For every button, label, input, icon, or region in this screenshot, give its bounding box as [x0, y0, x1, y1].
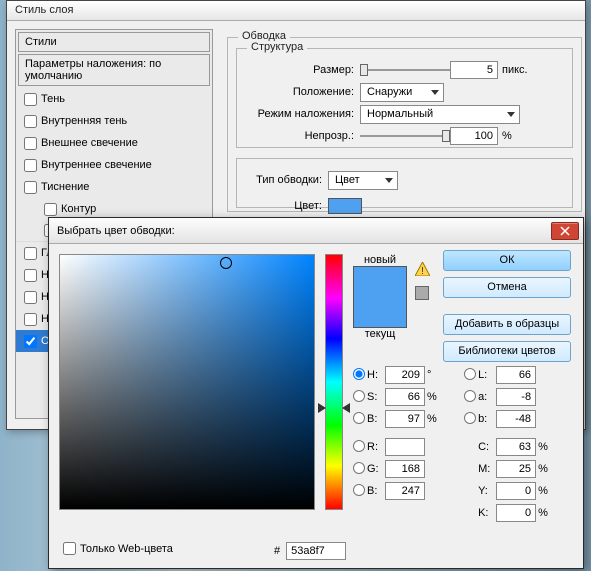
web-only-label: Только Web-цвета: [80, 543, 173, 555]
web-only-checkbox[interactable]: [63, 542, 76, 555]
input-b-lab[interactable]: [496, 410, 536, 428]
styles-header[interactable]: Стили: [18, 32, 210, 52]
input-g[interactable]: [385, 460, 425, 478]
size-suffix: пикс.: [502, 64, 528, 76]
ok-button[interactable]: ОК: [443, 250, 571, 271]
style-inner-shadow[interactable]: Внутренняя тень: [16, 110, 212, 132]
checkbox-inner-glow[interactable]: [24, 159, 37, 172]
color-label: Цвет:: [247, 200, 322, 212]
size-input[interactable]: [450, 61, 498, 79]
current-label: текущ: [353, 328, 407, 340]
radio-a[interactable]: [464, 390, 476, 402]
color-values-grid: H:° S:% B:% R: G: B: L: a: b: C:% M:% Y:…: [353, 364, 573, 524]
radio-b-lab[interactable]: [464, 412, 476, 424]
color-picker-titlebar[interactable]: Выбрать цвет обводки:: [49, 218, 583, 244]
checkbox-stroke[interactable]: [24, 335, 37, 348]
input-a[interactable]: [496, 388, 536, 406]
checkbox-na1[interactable]: [24, 269, 37, 282]
radio-b-hsb[interactable]: [353, 412, 365, 424]
size-slider[interactable]: [360, 61, 450, 79]
filltype-label: Тип обводки:: [247, 174, 322, 186]
checkbox-outer-glow[interactable]: [24, 137, 37, 150]
color-picker-title: Выбрать цвет обводки:: [57, 225, 175, 237]
input-b-hsb[interactable]: [385, 410, 425, 428]
structure-group: Структура Размер: пикс. Положение: Снару…: [236, 48, 573, 148]
opacity-slider[interactable]: [360, 127, 450, 145]
gamut-warning-icon[interactable]: !: [415, 262, 430, 277]
opacity-label: Непрозр.:: [249, 130, 354, 142]
radio-g[interactable]: [353, 462, 365, 474]
input-s[interactable]: [385, 388, 425, 406]
size-label: Размер:: [249, 64, 354, 76]
checkbox-bevel[interactable]: [24, 181, 37, 194]
checkbox-na3[interactable]: [24, 313, 37, 326]
style-bevel[interactable]: Тиснение: [16, 176, 212, 198]
input-l[interactable]: [496, 366, 536, 384]
new-label: новый: [353, 254, 407, 266]
color-libraries-button[interactable]: Библиотеки цветов: [443, 341, 571, 362]
blendmode-combo[interactable]: Нормальный: [360, 105, 520, 124]
color-cursor-icon: [220, 257, 232, 269]
layer-style-title: Стиль слоя: [7, 1, 585, 21]
close-button[interactable]: [551, 222, 579, 240]
hue-pointer-right-icon: [342, 403, 350, 416]
checkbox-gl[interactable]: [24, 247, 37, 260]
input-r[interactable]: [385, 438, 425, 456]
new-color-swatch: [354, 267, 406, 297]
radio-l[interactable]: [464, 368, 476, 380]
checkbox-na2[interactable]: [24, 291, 37, 304]
stroke-color-swatch[interactable]: [328, 198, 362, 214]
checkbox-drop-shadow[interactable]: [24, 93, 37, 106]
style-inner-glow[interactable]: Внутреннее свечение: [16, 154, 212, 176]
caret-down-icon: [431, 90, 439, 95]
input-c[interactable]: [496, 438, 536, 456]
cancel-button[interactable]: Отмена: [443, 277, 571, 298]
stroke-group: Обводка Структура Размер: пикс. Положени…: [227, 37, 582, 212]
structure-label: Структура: [247, 41, 307, 53]
radio-h[interactable]: [353, 368, 365, 380]
radio-r[interactable]: [353, 440, 365, 452]
color-picker-dialog: Выбрать цвет обводки: новый текущ ! ОК: [48, 217, 584, 569]
input-b-rgb[interactable]: [385, 482, 425, 500]
radio-b-rgb[interactable]: [353, 484, 365, 496]
hex-row: #: [274, 542, 346, 560]
hex-label: #: [274, 545, 280, 557]
color-preview: новый текущ: [353, 254, 407, 340]
blend-options-header[interactable]: Параметры наложения: по умолчанию: [18, 54, 210, 86]
color-field[interactable]: [59, 254, 315, 510]
hue-slider[interactable]: [325, 254, 343, 510]
position-label: Положение:: [249, 86, 354, 98]
close-icon: [560, 226, 570, 236]
current-color-swatch[interactable]: [354, 297, 406, 327]
add-swatch-button[interactable]: Добавить в образцы: [443, 314, 571, 335]
color-picker-buttons: ОК Отмена Добавить в образцы Библиотеки …: [443, 250, 573, 368]
filltype-combo[interactable]: Цвет: [328, 171, 398, 190]
web-only-row[interactable]: Только Web-цвета: [59, 539, 173, 558]
opacity-input[interactable]: [450, 127, 498, 145]
nonweb-color-icon[interactable]: [415, 286, 429, 300]
style-drop-shadow[interactable]: Тень: [16, 88, 212, 110]
input-m[interactable]: [496, 460, 536, 478]
position-combo[interactable]: Снаружи: [360, 83, 444, 102]
caret-down-icon: [507, 112, 515, 117]
radio-s[interactable]: [353, 390, 365, 402]
input-h[interactable]: [385, 366, 425, 384]
svg-text:!: !: [421, 266, 424, 276]
checkbox-inner-shadow[interactable]: [24, 115, 37, 128]
hue-pointer-left-icon: [318, 403, 326, 416]
hex-input[interactable]: [286, 542, 346, 560]
opacity-suffix: %: [502, 130, 512, 142]
caret-down-icon: [385, 178, 393, 183]
checkbox-contour[interactable]: [44, 203, 57, 216]
input-k[interactable]: [496, 504, 536, 522]
input-y[interactable]: [496, 482, 536, 500]
blendmode-label: Режим наложения:: [249, 108, 354, 120]
style-outer-glow[interactable]: Внешнее свечение: [16, 132, 212, 154]
fill-group: Тип обводки: Цвет Цвет:: [236, 158, 573, 208]
